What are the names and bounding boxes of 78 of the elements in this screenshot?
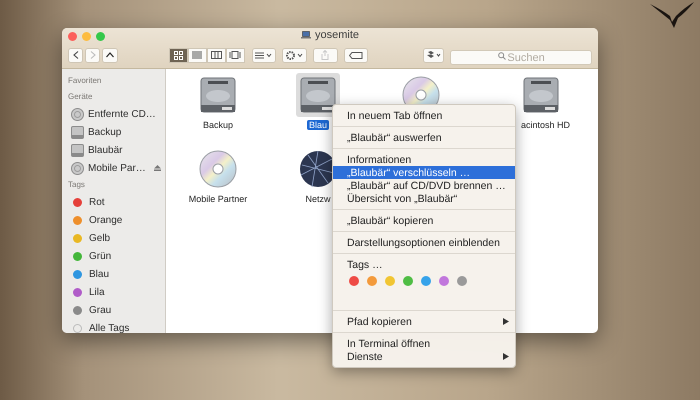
- menu-item[interactable]: „Blaubär“ kopieren: [333, 214, 515, 227]
- list-icon: [192, 51, 202, 59]
- tag-dot: [73, 324, 82, 332]
- menu-item[interactable]: Dienste: [333, 350, 515, 363]
- tag-color-dot[interactable]: [367, 276, 377, 286]
- tag-color-dot[interactable]: [349, 276, 359, 286]
- cover-flow-button[interactable]: [226, 48, 245, 62]
- file-label[interactable]: Netzw: [303, 194, 332, 204]
- menu-item[interactable]: „Blaubär“ auf CD/DVD brennen …: [333, 179, 515, 192]
- hard-drive-icon: [71, 144, 84, 156]
- sidebar-item[interactable]: Lila: [62, 283, 165, 301]
- sidebar-item[interactable]: Grau: [62, 301, 165, 319]
- chevron-right-icon: [90, 51, 96, 59]
- grid-icon: [174, 50, 183, 60]
- eject-icon[interactable]: [154, 165, 161, 171]
- tag-color-dot[interactable]: [403, 276, 413, 286]
- hard-drive-icon: [198, 75, 238, 115]
- sidebar-heading: Favoriten: [67, 75, 102, 87]
- sidebar-item[interactable]: Grün: [62, 247, 165, 265]
- file-label[interactable]: Mobile Partner: [186, 194, 250, 204]
- laptop-icon: [300, 31, 311, 39]
- menu-item[interactable]: In Terminal öffnen: [333, 337, 515, 350]
- chevron-up-icon: [106, 52, 114, 58]
- share-icon: [321, 50, 330, 60]
- chevron-left-icon: [72, 51, 79, 59]
- sidebar-item[interactable]: Alle Tags: [62, 319, 165, 333]
- sidebar-item[interactable]: Mobile Par…: [62, 159, 165, 177]
- tag-color-dot[interactable]: [421, 276, 431, 286]
- columns-icon: [210, 51, 222, 59]
- sidebar-heading: Geräte: [67, 91, 94, 103]
- menu-item[interactable]: „Blaubär“ verschlüsseln …: [333, 166, 515, 179]
- menu-item[interactable]: Tags …: [333, 258, 515, 271]
- tag-button[interactable]: [344, 48, 368, 62]
- dropbox-button[interactable]: [423, 48, 444, 62]
- dropbox-icon: [426, 51, 442, 59]
- bird-icon: [648, 0, 696, 30]
- menu-item[interactable]: Übersicht von „Blaubär“: [333, 192, 515, 205]
- cover-flow-icon: [229, 51, 242, 59]
- sidebar-item[interactable]: Orange: [62, 211, 165, 229]
- hard-drive-icon: [71, 126, 84, 138]
- tag-color-dot[interactable]: [439, 276, 449, 286]
- icon-view-button[interactable]: [168, 48, 188, 62]
- close-button[interactable]: [68, 32, 77, 40]
- menu-item[interactable]: Darstellungsoptionen einblenden: [333, 236, 515, 249]
- sidebar-heading: Tags: [67, 179, 86, 191]
- disc-icon: [71, 108, 84, 120]
- menu-item[interactable]: Pfad kopieren: [333, 315, 515, 328]
- sidebar-item[interactable]: Rot: [62, 193, 165, 211]
- arrange-icon: [254, 52, 273, 58]
- tag-icon: [348, 52, 363, 58]
- menu-item[interactable]: „Blaubär“ auswerfen: [333, 131, 515, 144]
- menu-item[interactable]: In neuem Tab öffnen: [333, 109, 515, 122]
- sidebar-item[interactable]: Entfernte CD…: [62, 105, 165, 123]
- up-button[interactable]: [102, 48, 118, 62]
- zoom-button[interactable]: [96, 32, 105, 40]
- tag-color-dot[interactable]: [457, 276, 467, 286]
- hard-drive-icon: [298, 75, 338, 115]
- sidebar-item[interactable]: Backup: [62, 123, 165, 141]
- menu-item[interactable]: Informationen: [333, 153, 515, 166]
- sidebar-item[interactable]: Gelb: [62, 229, 165, 247]
- column-view-button[interactable]: [206, 48, 226, 62]
- file-label[interactable]: acintosh HD: [519, 120, 572, 130]
- file-label[interactable]: Backup: [200, 120, 236, 130]
- tag-color-dot[interactable]: [385, 276, 395, 286]
- action-button[interactable]: [282, 48, 307, 62]
- disc-icon: [71, 162, 84, 174]
- disc-icon: [198, 149, 238, 189]
- arrange-button[interactable]: [252, 48, 276, 62]
- search-field[interactable]: Suchen: [450, 50, 592, 65]
- back-button[interactable]: [68, 48, 84, 62]
- search-icon: [498, 52, 506, 60]
- sidebar-item[interactable]: Blau: [62, 265, 165, 283]
- gear-icon: [286, 50, 304, 60]
- sidebar-item[interactable]: Blaubär: [62, 141, 165, 159]
- file-label[interactable]: Blau: [306, 120, 329, 130]
- list-view-button[interactable]: [188, 48, 207, 62]
- hard-drive-icon: [521, 75, 561, 115]
- window-title: yosemite: [314, 29, 360, 41]
